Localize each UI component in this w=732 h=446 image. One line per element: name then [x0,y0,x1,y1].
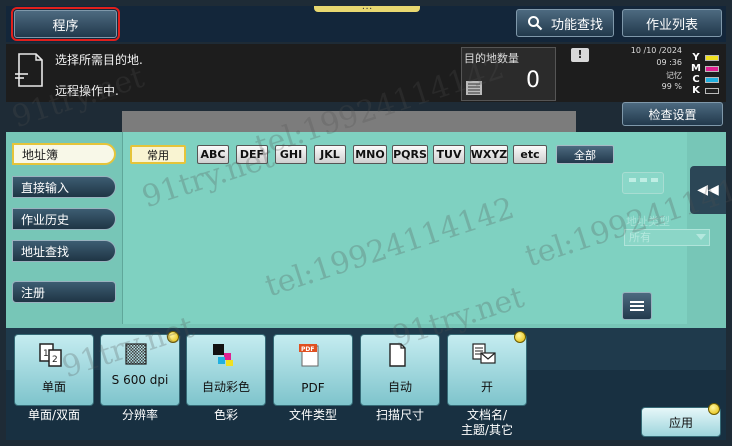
sidebar-item-job-history[interactable]: 作业历史 [12,208,116,230]
date-display: 10 /10 /2024 [630,46,682,55]
sidebar-item-address-book[interactable]: 地址簿 [12,143,116,165]
toner-label-c: C [692,74,700,85]
double-chevron-left-icon: ◀◀ [697,182,719,198]
job-list-button[interactable]: 作业列表 [622,9,722,37]
document-name-label: 文档名/ 主题/其它 [460,408,514,437]
chevron-down-icon [696,234,706,240]
list-icon [466,81,482,95]
address-title-bar [122,111,576,132]
file-type-label: 文件类型 [288,408,337,422]
list-menu-button[interactable] [622,292,652,320]
menu-icon [630,305,644,307]
svg-text:1: 1 [43,349,49,359]
color-icon [213,344,233,366]
apply-indicator [708,403,720,415]
doc-name-icon [472,343,496,364]
collapse-panel-button[interactable]: ◀◀ [690,166,726,214]
toner-level-m [705,66,719,72]
setting-changed-indicator [514,331,526,343]
tab-wxyz[interactable]: WXYZ [470,145,508,164]
toner-label-m: M [691,63,701,74]
program-button[interactable]: 程序 [11,7,120,41]
tab-tuv[interactable]: TUV [433,145,465,164]
color-button[interactable]: 自动彩色 [186,334,266,406]
tab-all[interactable]: 全部 [556,145,614,164]
tab-mno[interactable]: MNO [353,145,387,164]
scan-size-value: 自动 [387,380,412,394]
file-type-value: PDF [301,381,325,395]
function-search-label: 功能查找 [550,17,603,33]
check-settings-button[interactable]: 检查设置 [622,102,723,126]
toner-label-y: Y [692,52,700,63]
svg-text:PDF: PDF [301,346,314,353]
toner-level-c [705,77,719,83]
control-panel-screen: • • • 程序 功能查找 作业列表 选择所需目的地. 远程操作中. 目的地数量… [0,0,732,446]
file-type-button[interactable]: PDF PDF [273,334,353,406]
sidebar-item-direct-input[interactable]: 直接输入 [12,176,116,198]
memory-label: 记忆 [666,71,682,80]
toner-level-y [705,55,719,61]
resolution-button[interactable]: S 600 dpi [100,334,180,406]
resolution-value: S 600 dpi [111,373,169,387]
resolution-label: 分辨率 [121,408,158,422]
tab-ghi[interactable]: GHI [275,145,307,164]
search-icon [527,16,543,31]
document-name-value: 开 [480,380,493,394]
tab-etc[interactable]: etc [513,145,547,164]
memory-percent: 99 % [661,82,682,91]
menu-icon [630,309,644,311]
scan-size-label: 扫描尺寸 [375,408,424,422]
grid-view-icon [629,178,636,182]
duplex-label: 单面/双面 [27,408,81,422]
handle-dots: • • • [362,6,372,11]
tab-common[interactable]: 常用 [130,145,186,164]
time-display: 09 :36 [656,58,682,67]
scan-size-icon [389,343,406,367]
document-scan-icon [15,53,43,87]
color-value: 自动彩色 [201,380,250,394]
sidebar-item-address-search[interactable]: 地址查找 [12,240,116,262]
warning-icon[interactable]: ! [571,48,589,62]
message-line-1: 选择所需目的地. [55,53,143,67]
svg-text:2: 2 [52,355,58,365]
function-search-button[interactable]: 功能查找 [516,9,614,37]
setting-changed-indicator [167,331,179,343]
destination-count-label: 目的地数量 [464,52,519,65]
grid-view-button[interactable] [622,172,664,194]
tab-pqrs[interactable]: PQRS [392,145,428,164]
resolution-icon [125,343,147,365]
duplex-value: 单面 [41,380,66,394]
tab-def[interactable]: DEF [236,145,268,164]
tab-abc[interactable]: ABC [197,145,229,164]
message-line-2: 远程操作中. [55,84,119,98]
grid-view-icon [640,178,647,182]
toner-label-k: K [692,85,700,96]
toner-level-k [705,88,719,94]
duplex-icon: 1 2 [39,343,62,367]
pdf-icon: PDF [299,344,319,367]
tab-jkl[interactable]: JKL [314,145,346,164]
menu-icon [630,301,644,303]
destination-count-value: 0 [526,68,540,93]
duplex-button[interactable]: 1 2 单面 [14,334,94,406]
grid-view-icon [651,178,658,182]
color-label: 色彩 [213,408,238,422]
address-type-label: 地址类型 [626,215,670,228]
document-name-button[interactable]: 开 [447,334,527,406]
scan-size-button[interactable]: 自动 [360,334,440,406]
register-button[interactable]: 注册 [12,281,116,303]
